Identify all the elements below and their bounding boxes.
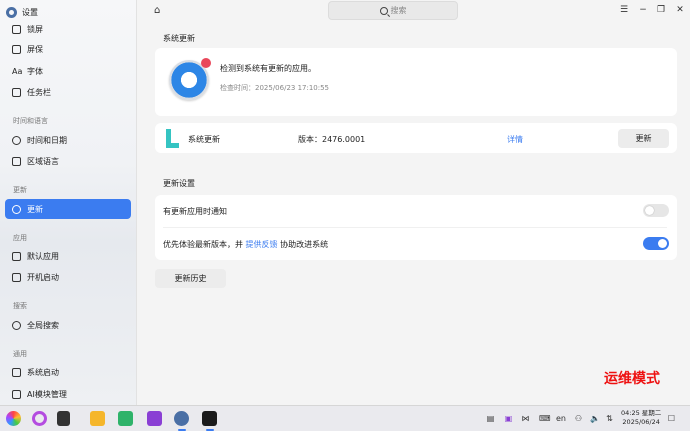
sidebar-item-global-search[interactable]: 全局搜索	[5, 315, 131, 335]
update-settings-card: 有更新应用时通知 优先体验最新版本，并 提供反馈 协助改进系统	[155, 195, 677, 260]
update-section-title: 系统更新	[163, 34, 195, 43]
update-history-button[interactable]: 更新历史	[155, 269, 226, 288]
update-check-time: 检查时间：2025/06/23 17:10:55	[220, 84, 330, 92]
language-indicator[interactable]: en	[555, 414, 567, 423]
notify-label: 有更新应用时通知	[163, 207, 227, 216]
system-update-gear-icon	[169, 58, 211, 100]
update-status-card: 检测到系统有更新的应用。 检查时间：2025/06/23 17:10:55	[155, 48, 677, 116]
header: ⌂ 搜索 ☰ − ❐ ✕	[137, 0, 690, 22]
boot-icon	[12, 367, 21, 377]
app-title: 设置	[6, 5, 38, 19]
clock-date: 2025/06/24	[622, 418, 660, 426]
apps-icon	[12, 251, 21, 261]
update-button[interactable]: 更新	[618, 129, 669, 148]
update-name: 系统更新	[188, 135, 220, 144]
sidebar-item-datetime[interactable]: 时间和日期	[5, 130, 131, 150]
sidebar-item-taskbar[interactable]: 任务栏	[5, 82, 131, 102]
input-method-icon[interactable]: ▣	[504, 414, 513, 423]
preview-label: 优先体验最新版本，并 提供反馈 协助改进系统	[163, 240, 329, 249]
preview-toggle[interactable]	[643, 237, 669, 250]
feedback-link[interactable]: 提供反馈	[246, 240, 278, 249]
clipboard-icon[interactable]: ▤	[486, 414, 495, 423]
app-store-icon[interactable]	[118, 411, 133, 426]
taskbar: ▤ ▣ ⋈ ⌨ en ⚇ 🔈 ⇅ 04:25 星期二 2025/06/24 ☐	[0, 405, 690, 431]
file-manager-icon[interactable]	[90, 411, 105, 426]
maintenance-mode-label: 运维模式	[604, 371, 660, 387]
sidebar-item-font[interactable]: Aa 字体	[5, 61, 131, 81]
settings-gear-icon	[6, 6, 17, 18]
menu-icon[interactable]: ☰	[619, 5, 629, 15]
minimize-icon[interactable]: −	[638, 5, 648, 15]
launcher-icon[interactable]	[6, 411, 21, 426]
sidebar-item-lockscreen[interactable]: 锁屏	[5, 19, 131, 39]
notification-dot	[201, 58, 211, 68]
section-search: 搜索	[13, 302, 27, 310]
update-icon	[12, 204, 21, 214]
section-general: 通用	[13, 350, 27, 358]
close-icon[interactable]: ✕	[675, 5, 685, 15]
sidebar-item-update[interactable]: 更新	[5, 199, 131, 219]
toggle-knob	[658, 239, 667, 248]
clock-time: 04:25 星期二	[621, 409, 662, 417]
screensaver-icon	[12, 44, 21, 54]
details-link[interactable]: 详情	[507, 134, 523, 145]
sidebar-item-boot[interactable]: 系统启动	[5, 362, 131, 382]
clock-icon	[12, 135, 21, 145]
app-title-label: 设置	[22, 7, 38, 17]
network-icon[interactable]: ⇅	[605, 414, 614, 423]
notification-manager-icon[interactable]: ⚇	[574, 414, 583, 423]
divider	[163, 227, 667, 228]
search-input[interactable]: 搜索	[328, 1, 458, 20]
home-icon[interactable]: ⌂	[154, 6, 164, 16]
sidebar: 设置 锁屏 屏保 Aa 字体 任务栏 时间和语言 时间和日期 区域语言 更新 更新…	[0, 0, 137, 405]
clock[interactable]: 04:25 星期二 2025/06/24	[621, 409, 661, 427]
search-icon	[12, 320, 21, 330]
ai-icon	[12, 389, 21, 399]
terminal-icon[interactable]	[202, 411, 217, 426]
search-app-icon[interactable]	[32, 411, 47, 426]
sidebar-item-ai-modules[interactable]: AI模块管理	[5, 384, 131, 404]
notify-toggle[interactable]	[643, 204, 669, 217]
multitask-view-icon[interactable]	[57, 411, 70, 426]
workflow-icon[interactable]: ⋈	[521, 414, 530, 423]
section-time-language: 时间和语言	[13, 117, 48, 125]
settings-taskbar-icon[interactable]	[174, 411, 189, 426]
update-version: 版本：2476.0001	[298, 135, 366, 144]
update-check-message: 检测到系统有更新的应用。	[220, 64, 316, 73]
code-editor-icon[interactable]	[147, 411, 162, 426]
update-row-card: 系统更新 版本：2476.0001 详情 更新	[155, 123, 677, 153]
restore-icon[interactable]: ❐	[656, 5, 666, 15]
notification-center-icon[interactable]: ☐	[667, 414, 676, 423]
sidebar-item-default-apps[interactable]: 默认应用	[5, 246, 131, 266]
taskbar-icon	[12, 87, 21, 97]
keyboard-icon[interactable]: ⌨	[539, 414, 551, 423]
section-apps: 应用	[13, 234, 27, 242]
search-icon	[379, 6, 388, 15]
font-icon: Aa	[12, 66, 23, 76]
region-icon	[12, 156, 21, 166]
section-update: 更新	[13, 186, 27, 194]
toggle-knob	[645, 206, 654, 215]
system-update-logo-icon	[166, 129, 179, 148]
search-placeholder: 搜索	[390, 6, 407, 15]
volume-icon[interactable]: 🔈	[590, 414, 600, 423]
autostart-icon	[12, 272, 21, 282]
settings-section-title: 更新设置	[163, 179, 195, 188]
sidebar-item-region[interactable]: 区域语言	[5, 151, 131, 171]
sidebar-item-autostart[interactable]: 开机启动	[5, 267, 131, 287]
lock-icon	[12, 24, 21, 34]
sidebar-item-screensaver[interactable]: 屏保	[5, 39, 131, 59]
